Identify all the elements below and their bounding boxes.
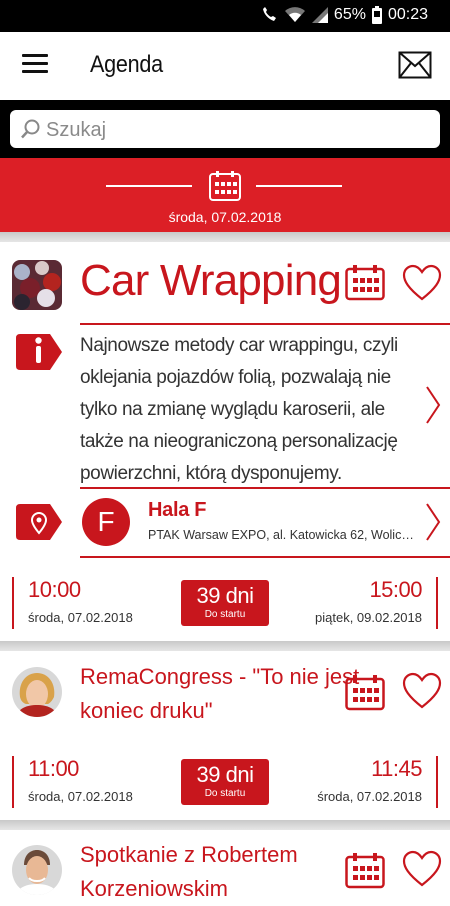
clock: 00:23 [387, 6, 428, 23]
start-date: środa, 07.02.2018 [28, 789, 133, 804]
event-title[interactable]: Car Wrapping [80, 256, 342, 306]
page-title: Agenda [90, 51, 163, 78]
mail-icon [398, 51, 432, 79]
calendar-icon [209, 171, 241, 201]
location-pin-icon [16, 504, 62, 540]
location-address: PTAK Warsaw EXPO, al. Katowicka 62, Woli… [148, 528, 416, 542]
time-bar: 10:00 środa, 07.02.2018 39 dni Do startu… [0, 577, 450, 629]
heart-icon[interactable] [402, 850, 442, 888]
chevron-right-icon[interactable] [425, 385, 441, 425]
start-date: środa, 07.02.2018 [28, 610, 133, 625]
countdown-label: Do startu [204, 788, 246, 799]
location-top-line [80, 487, 450, 489]
time-bar-right-line [436, 577, 438, 629]
date-header: środa, 07.02.2018 [0, 158, 450, 232]
mail-button[interactable] [398, 51, 432, 79]
search-bar [0, 100, 450, 158]
end-time: 15:00 [369, 577, 422, 602]
header-date: środa, 07.02.2018 [168, 209, 282, 225]
countdown-label: Do startu [204, 609, 246, 620]
end-time: 11:45 [371, 756, 422, 781]
event-title-line1[interactable]: RemaCongress - "To nie jest [80, 660, 359, 694]
divider [0, 641, 450, 651]
header-line-left [106, 185, 192, 187]
search-input[interactable] [44, 114, 428, 146]
event-title-line2[interactable]: koniec druku" [80, 694, 213, 728]
heart-icon[interactable] [402, 672, 442, 710]
add-calendar-icon[interactable] [345, 265, 385, 301]
countdown-badge: 39 dni Do startu [181, 759, 269, 805]
add-calendar-icon[interactable] [345, 853, 385, 889]
header-line-right [256, 185, 342, 187]
location-bottom-line [80, 556, 450, 558]
countdown-badge: 39 dni Do startu [181, 580, 269, 626]
app-bar: Agenda [0, 32, 450, 100]
time-bar: 11:00 środa, 07.02.2018 39 dni Do startu… [0, 756, 450, 808]
menu-icon [22, 54, 48, 73]
divider [0, 232, 450, 242]
start-time: 11:00 [28, 756, 79, 781]
info-icon [16, 334, 62, 370]
event-title-line1[interactable]: Spotkanie z Robertem [80, 838, 298, 872]
event-thumbnail [12, 667, 62, 717]
battery-icon [371, 6, 382, 24]
event-description: Najnowsze metody car wrappingu, czyli ok… [80, 335, 398, 484]
location-badge: F [82, 498, 130, 546]
signal-icon [311, 7, 328, 23]
divider [0, 820, 450, 830]
menu-button[interactable] [22, 54, 48, 76]
phone-wifi-icon [262, 7, 276, 21]
title-underline [80, 323, 450, 325]
end-date: piątek, 09.02.2018 [315, 610, 422, 625]
chevron-right-icon[interactable] [425, 502, 441, 542]
search-box [10, 110, 440, 148]
event-thumbnail [12, 260, 62, 310]
battery-percent: 65% [333, 6, 366, 23]
time-bar-left-line [12, 577, 14, 629]
time-bar-left-line [12, 756, 14, 808]
heart-icon[interactable] [402, 264, 442, 302]
event-thumbnail [12, 845, 62, 895]
search-icon [21, 119, 40, 139]
end-date: środa, 07.02.2018 [317, 789, 422, 804]
time-bar-right-line [436, 756, 438, 808]
event-title-line2[interactable]: Korzeniowskim [80, 872, 228, 906]
location-name: Hala F [148, 499, 207, 521]
start-time: 10:00 [28, 577, 81, 602]
status-bar: 65% 00:23 [0, 0, 450, 32]
countdown-value: 39 dni [196, 583, 254, 608]
countdown-value: 39 dni [196, 762, 254, 787]
wifi-icon [284, 7, 305, 22]
add-calendar-icon[interactable] [345, 675, 385, 711]
